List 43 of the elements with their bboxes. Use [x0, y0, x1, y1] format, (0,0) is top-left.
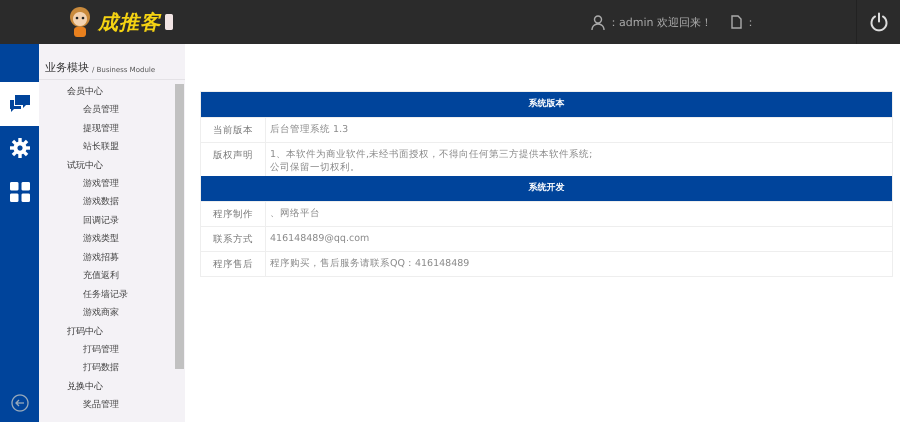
section-header: 系统开发	[201, 176, 892, 201]
menu-group-label[interactable]: 会员中心	[39, 84, 175, 101]
row-value: 程序购买，售后服务请联系QQ：416148489	[270, 257, 470, 270]
document-icon	[731, 15, 742, 29]
menu-item[interactable]: 游戏数据	[39, 193, 175, 212]
row-value: 416148489@qq.com	[270, 232, 370, 245]
document-label: ：	[745, 14, 756, 30]
menu-item[interactable]: 游戏招募	[39, 248, 175, 267]
menu-item[interactable]: 游戏商家	[39, 304, 175, 322]
menu-item[interactable]: 打码数据	[39, 359, 175, 378]
menu-item[interactable]: 游戏类型	[39, 230, 175, 248]
row-label: 联系方式	[201, 227, 266, 251]
welcome-text: ：admin 欢迎回来！	[608, 14, 712, 30]
menu-item[interactable]: 站长联盟	[39, 138, 175, 156]
grid-icon	[10, 182, 30, 202]
row-value: 后台管理系统 1.3	[270, 123, 348, 136]
row-label: 程序制作	[201, 202, 266, 226]
scrollbar-thumb[interactable]	[175, 84, 184, 369]
nav-icon-button[interactable]	[0, 82, 39, 126]
row-value: 公司保留一切权利。	[270, 161, 361, 174]
row-value: 1、本软件为商业软件,未经书面授权，不得向任何第三方提供本软件系统;	[270, 148, 592, 161]
section-header: 系统版本	[201, 92, 892, 117]
power-icon	[868, 12, 888, 32]
menu-item[interactable]: 打码管理	[39, 340, 175, 359]
menu-group-label[interactable]: 兑换中心	[39, 378, 175, 396]
row-label: 当前版本	[201, 118, 266, 142]
logo-badge	[165, 14, 173, 30]
user-icon	[591, 14, 606, 30]
menu-group-label[interactable]: 打码中心	[39, 324, 175, 340]
menu-item[interactable]: 奖品管理	[39, 396, 175, 414]
menu-item[interactable]: 任务墙记录	[39, 286, 175, 304]
row-value: 、网络平台	[270, 207, 320, 220]
menu-item[interactable]: 游戏管理	[39, 174, 175, 193]
sidebar-title: 业务模块	[45, 60, 89, 75]
row-label: 程序售后	[201, 252, 266, 276]
menu-item[interactable]: 充值返利	[39, 267, 175, 286]
gear-icon	[10, 138, 30, 158]
logo-text: 成推客	[98, 8, 161, 36]
menu-group-label[interactable]: 试玩中心	[39, 158, 175, 174]
menu-item[interactable]: 会员管理	[39, 101, 175, 120]
chat-bubbles-icon	[8, 94, 30, 114]
menu-item[interactable]: 提现管理	[39, 120, 175, 138]
menu-item[interactable]: 回调记录	[39, 212, 175, 230]
